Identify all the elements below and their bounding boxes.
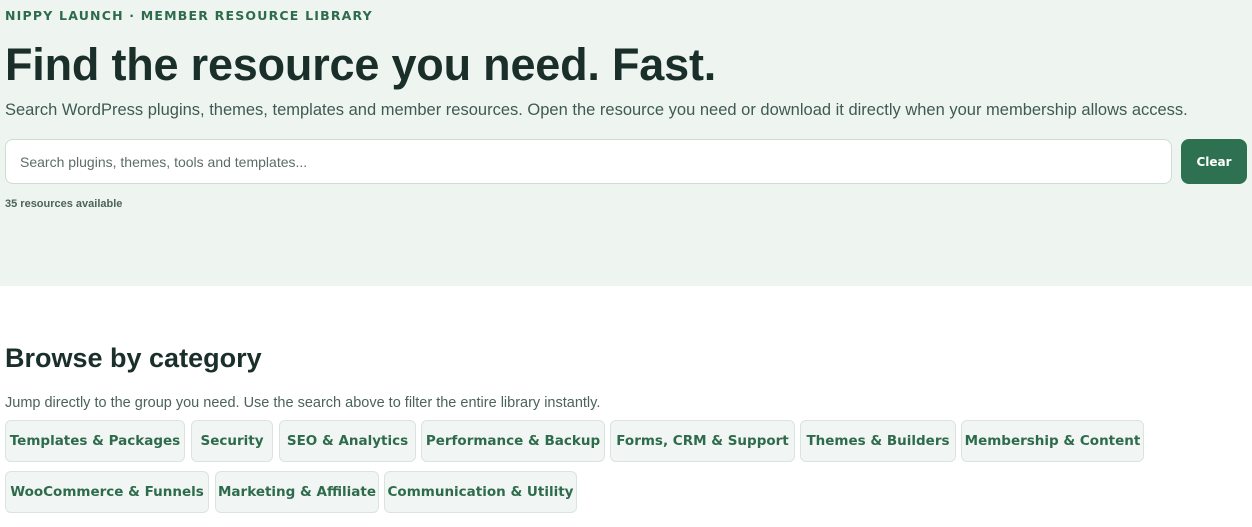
category-woocommerce-funnels[interactable]: WooCommerce & Funnels xyxy=(5,471,209,513)
category-communication-utility[interactable]: Communication & Utility xyxy=(384,471,577,513)
category-seo-analytics[interactable]: SEO & Analytics xyxy=(279,420,416,462)
hero-section: NIPPY LAUNCH · MEMBER RESOURCE LIBRARY F… xyxy=(0,0,1252,286)
category-marketing-affiliate[interactable]: Marketing & Affiliate xyxy=(215,471,379,513)
page-subtitle: Search WordPress plugins, themes, templa… xyxy=(5,101,1188,119)
clear-button[interactable]: Clear xyxy=(1181,139,1247,184)
eyebrow-label: NIPPY LAUNCH · MEMBER RESOURCE LIBRARY xyxy=(5,8,373,23)
page-title: Find the resource you need. Fast. xyxy=(5,39,717,90)
category-security[interactable]: Security xyxy=(191,420,273,462)
search-input[interactable] xyxy=(5,139,1172,184)
category-membership-content[interactable]: Membership & Content xyxy=(961,420,1144,462)
browse-title: Browse by category xyxy=(5,343,262,373)
resource-count: 35 resources available xyxy=(5,198,123,210)
category-performance-backup[interactable]: Performance & Backup xyxy=(421,420,605,462)
category-templates-packages[interactable]: Templates & Packages xyxy=(5,420,185,462)
category-themes-builders[interactable]: Themes & Builders xyxy=(800,420,956,462)
category-forms-crm-support[interactable]: Forms, CRM & Support xyxy=(610,420,795,462)
browse-subtitle: Jump directly to the group you need. Use… xyxy=(5,395,601,411)
